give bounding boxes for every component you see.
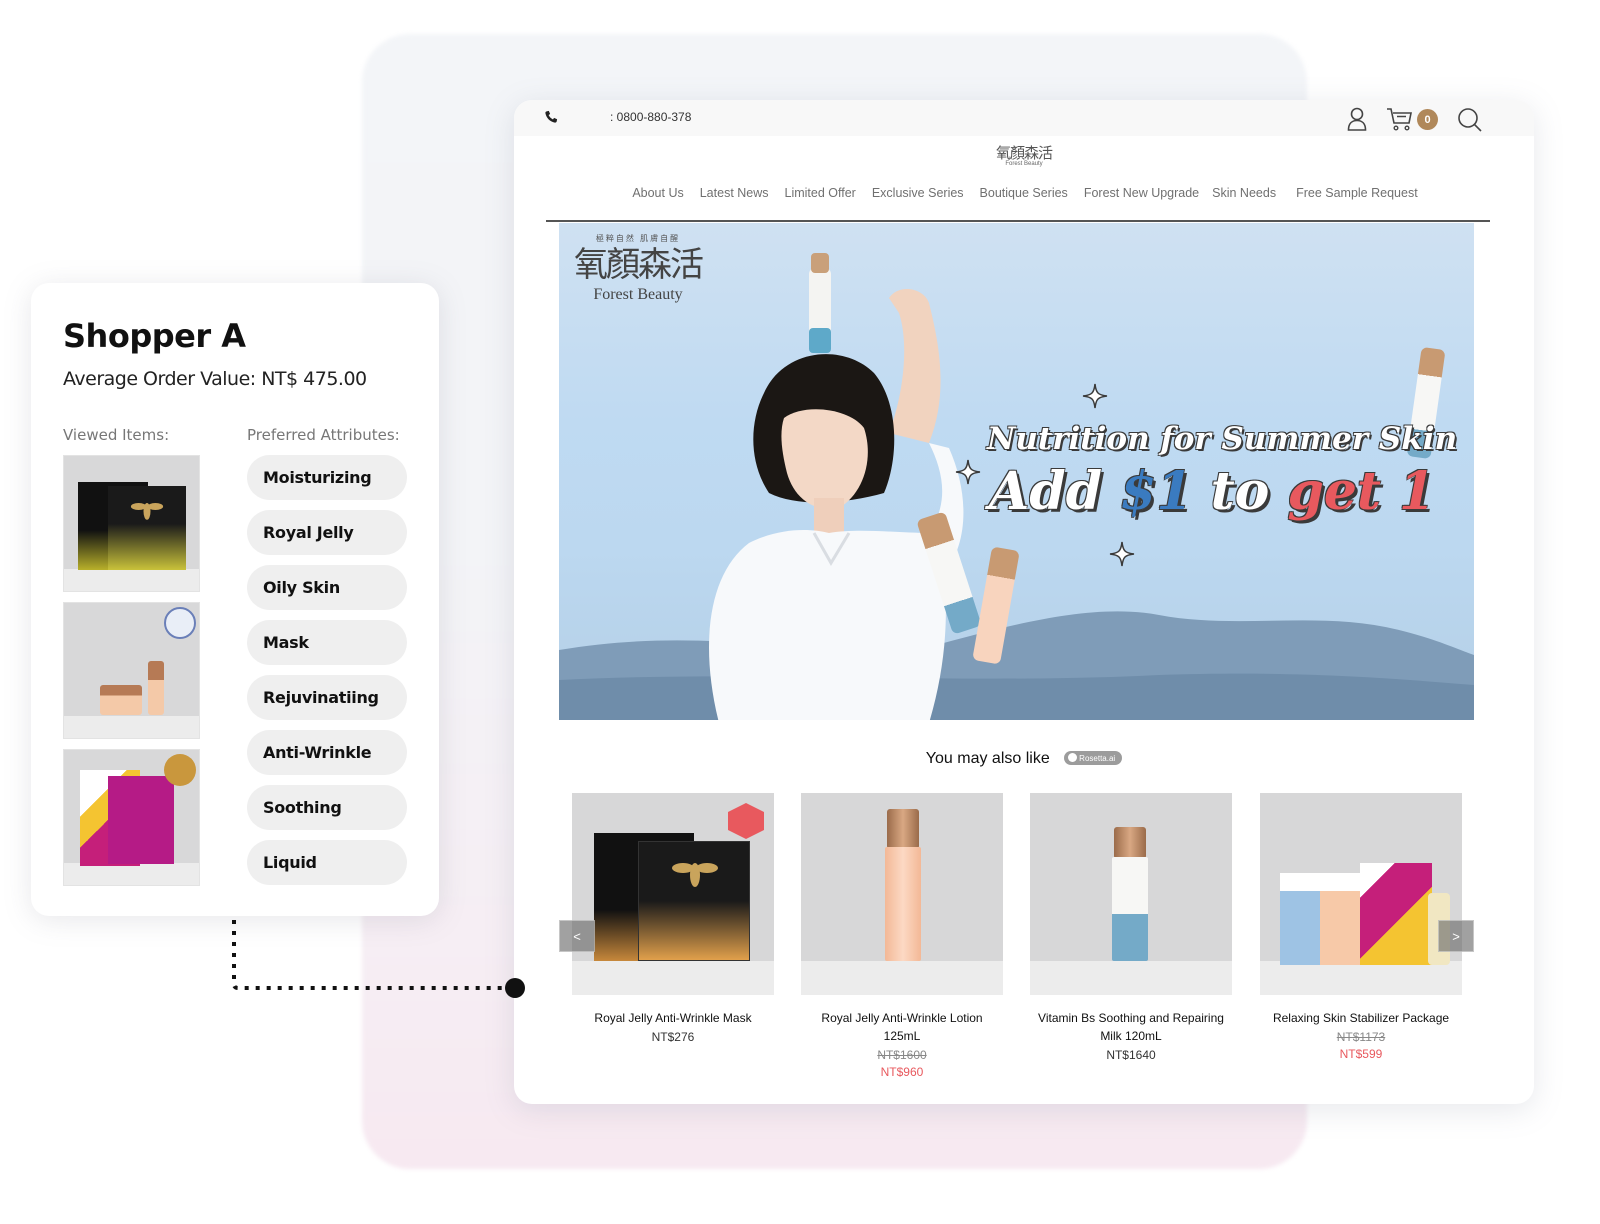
offer-text-to: to <box>1192 461 1288 522</box>
award-badge <box>164 754 196 786</box>
attribute-chip: Soothing <box>247 785 407 830</box>
phone-number: : 0800-880-378 <box>610 110 692 124</box>
attribute-chip: Mask <box>247 620 407 665</box>
hero-banner[interactable]: 極粹自然 肌膚自醒 氧顏森活 Forest Beauty Nutrition f… <box>559 223 1474 720</box>
nav-skin-needs[interactable]: Skin Needs <box>1212 186 1276 200</box>
sparkle-icon <box>1082 383 1108 409</box>
product-name[interactable]: Vitamin Bs Soothing and Repairing Milk 1… <box>1030 1009 1232 1045</box>
nav-divider <box>546 220 1490 222</box>
product-sale-price: NT$960 <box>880 1065 924 1079</box>
attribute-chip: Liquid <box>247 840 407 885</box>
nav-limited-offer[interactable]: Limited Offer <box>785 186 856 200</box>
viewed-items-list <box>63 455 200 896</box>
bee-icon <box>130 503 164 520</box>
rosetta-logo-icon <box>1068 753 1078 762</box>
award-badge <box>728 803 764 839</box>
nav-latest-news[interactable]: Latest News <box>700 186 769 200</box>
average-order-value: Average Order Value: NT$ 475.00 <box>63 368 367 390</box>
rosetta-badge: Rosetta.ai <box>1064 751 1123 765</box>
product-name[interactable]: Royal Jelly Anti-Wrinkle Lotion 125mL <box>801 1009 1003 1045</box>
search-icon[interactable] <box>1456 106 1484 134</box>
attribute-chip: Moisturizing <box>247 455 407 500</box>
viewed-item-thumbnail <box>63 455 200 592</box>
product-card[interactable]: Royal Jelly Anti-Wrinkle Lotion 125mL NT… <box>801 793 1003 1081</box>
attribute-chip: Royal Jelly <box>247 510 407 555</box>
cart-icon[interactable] <box>1386 106 1414 132</box>
offer-price: $1 <box>1120 461 1193 522</box>
viewed-item-thumbnail <box>63 602 200 739</box>
recommendations-title: You may also like <box>925 750 1050 767</box>
viewed-items-label: Viewed Items: <box>63 426 170 444</box>
attribute-chip: Anti-Wrinkle <box>247 730 407 775</box>
top-bar: : 0800-880-378 0 <box>514 100 1534 136</box>
rosetta-badge-text: Rosetta.ai <box>1079 754 1116 763</box>
carousel-prev-button[interactable]: < <box>559 920 595 952</box>
nav-about-us[interactable]: About Us <box>632 186 683 200</box>
product-image[interactable] <box>572 793 774 995</box>
nav-exclusive-series[interactable]: Exclusive Series <box>872 186 964 200</box>
bee-icon <box>672 863 718 887</box>
product-image[interactable] <box>801 793 1003 995</box>
attribute-chip: Oily Skin <box>247 565 407 610</box>
viewed-item-thumbnail <box>63 749 200 886</box>
nav-free-sample-request[interactable]: Free Sample Request <box>1296 186 1418 200</box>
recommendations-heading: You may also like Rosetta.ai <box>514 750 1534 768</box>
sparkle-icon <box>955 459 981 485</box>
product-price: NT$276 <box>651 1030 695 1044</box>
site-logo[interactable]: 氧顏森活 Forest Beauty <box>984 142 1064 167</box>
nav-forest-new-upgrade[interactable]: Forest New Upgrade <box>1084 186 1199 200</box>
product-image[interactable] <box>1030 793 1232 995</box>
product-original-price: NT$1600 <box>877 1048 927 1062</box>
cart-count-badge: 0 <box>1417 109 1438 130</box>
product-name[interactable]: Relaxing Skin Stabilizer Package <box>1260 1009 1462 1027</box>
product-name[interactable]: Royal Jelly Anti-Wrinkle Mask <box>572 1009 774 1027</box>
product-sale-price: NT$599 <box>1339 1047 1383 1061</box>
product-image[interactable] <box>1260 793 1462 995</box>
award-badge <box>164 607 196 639</box>
product-original-price: NT$1173 <box>1336 1030 1386 1044</box>
product-card[interactable]: Relaxing Skin Stabilizer Package NT$1173… <box>1260 793 1462 1063</box>
shopper-profile-card: Shopper A Average Order Value: NT$ 475.0… <box>31 283 439 916</box>
product-card[interactable]: Royal Jelly Anti-Wrinkle Mask NT$276 <box>572 793 774 1046</box>
main-nav: About Us Latest News Limited Offer Exclu… <box>514 186 1534 200</box>
hero-headline: Nutrition for Summer Skin <box>987 421 1458 457</box>
sparkle-icon <box>1109 541 1135 567</box>
product-price: NT$1640 <box>1106 1048 1156 1062</box>
product-card[interactable]: Vitamin Bs Soothing and Repairing Milk 1… <box>1030 793 1232 1064</box>
nav-boutique-series[interactable]: Boutique Series <box>980 186 1068 200</box>
attribute-chip: Rejuvinatiing <box>247 675 407 720</box>
logo-cn-text: 氧顏森活 <box>995 144 1053 162</box>
offer-text-get: get 1 <box>1287 461 1436 522</box>
account-icon[interactable] <box>1344 106 1370 132</box>
preferred-attributes-list: Moisturizing Royal Jelly Oily Skin Mask … <box>247 455 407 895</box>
storefront-window: : 0800-880-378 0 氧顏森活 Forest Beauty Abou… <box>514 100 1534 1104</box>
preferred-attributes-label: Preferred Attributes: <box>247 426 400 444</box>
hero-offer: Add $1 to get 1 <box>989 461 1435 522</box>
shopper-name: Shopper A <box>63 317 246 355</box>
offer-text-add: Add <box>989 461 1121 522</box>
phone-icon <box>545 110 558 123</box>
carousel-next-button[interactable]: > <box>1438 920 1474 952</box>
